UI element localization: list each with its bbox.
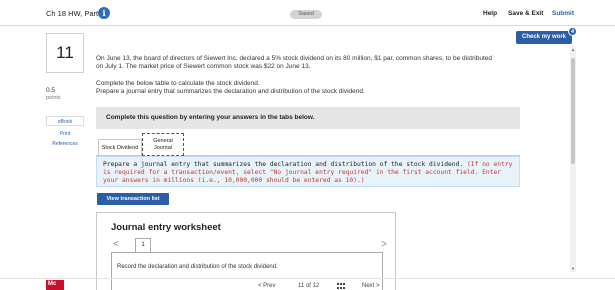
complete-question-text: Complete this question by entering your … — [106, 114, 315, 121]
chevron-right-icon[interactable]: > — [381, 239, 387, 250]
tab-label-line: Journal — [153, 145, 173, 151]
assignment-title: Ch 18 HW, Part 1 — [46, 9, 105, 18]
footer-divider — [0, 278, 615, 279]
save-exit-link[interactable]: Save & Exit — [508, 10, 543, 17]
tab-general-journal[interactable]: General Journal — [142, 133, 184, 156]
prepare-main-text: Prepare a journal entry that summarizes … — [103, 161, 464, 168]
complete-question-bar: Complete this question by entering your … — [96, 107, 520, 129]
tab-stock-dividend[interactable]: Stock Dividend — [98, 139, 142, 155]
submit-link[interactable]: Submit — [552, 10, 574, 17]
points-value: 0.5 — [46, 87, 56, 94]
question-text: On June 13, the board of directors of Si… — [96, 55, 492, 70]
question-number-box: 11 — [46, 33, 84, 73]
help-link[interactable]: Help — [483, 10, 497, 17]
ebook-link[interactable]: eBook — [46, 116, 84, 126]
check-my-work-button[interactable]: Check my work — [516, 31, 572, 44]
top-bar: Ch 18 HW, Part 1 i Saved Help Save & Exi… — [0, 0, 615, 26]
saved-status-badge: Saved — [290, 10, 322, 19]
worksheet-record-text: Record the declaration and distribution … — [117, 264, 278, 270]
grid-icon[interactable] — [337, 283, 346, 289]
next-button[interactable]: Next > — [362, 283, 380, 289]
worksheet-page-tab[interactable]: 1 — [135, 238, 151, 252]
references-link[interactable]: References — [46, 139, 84, 149]
prepare-instructions-box: Prepare a journal entry that summarizes … — [96, 156, 520, 187]
scrollbar-thumb[interactable] — [571, 58, 575, 164]
worksheet-title: Journal entry worksheet — [111, 222, 221, 233]
question-number: 11 — [56, 43, 74, 62]
points-label: points — [46, 95, 61, 101]
prev-button[interactable]: < Prev — [258, 283, 276, 289]
resource-links: eBook Print References — [46, 116, 84, 149]
chevron-left-icon[interactable]: < — [113, 239, 119, 250]
check-count-badge: 4 — [568, 27, 577, 36]
instructions: Complete the below table to calculate th… — [96, 80, 496, 96]
instruction-line: Prepare a journal entry that summarizes … — [96, 88, 365, 95]
tab-label-line: General — [153, 138, 173, 144]
scroll-up-arrow-icon[interactable]: ▲ — [570, 47, 576, 52]
question-position: 11 of 12 — [298, 283, 320, 289]
scroll-down-arrow-icon[interactable]: ▼ — [570, 266, 576, 271]
view-transaction-list-button[interactable]: View transaction list — [97, 193, 169, 205]
info-icon[interactable]: i — [98, 7, 110, 19]
mcgraw-hill-logo: Mc — [46, 280, 64, 290]
print-link[interactable]: Print — [46, 129, 84, 139]
answer-tabs: Stock Dividend General Journal — [96, 133, 520, 156]
instruction-line: Complete the below table to calculate th… — [96, 80, 260, 87]
